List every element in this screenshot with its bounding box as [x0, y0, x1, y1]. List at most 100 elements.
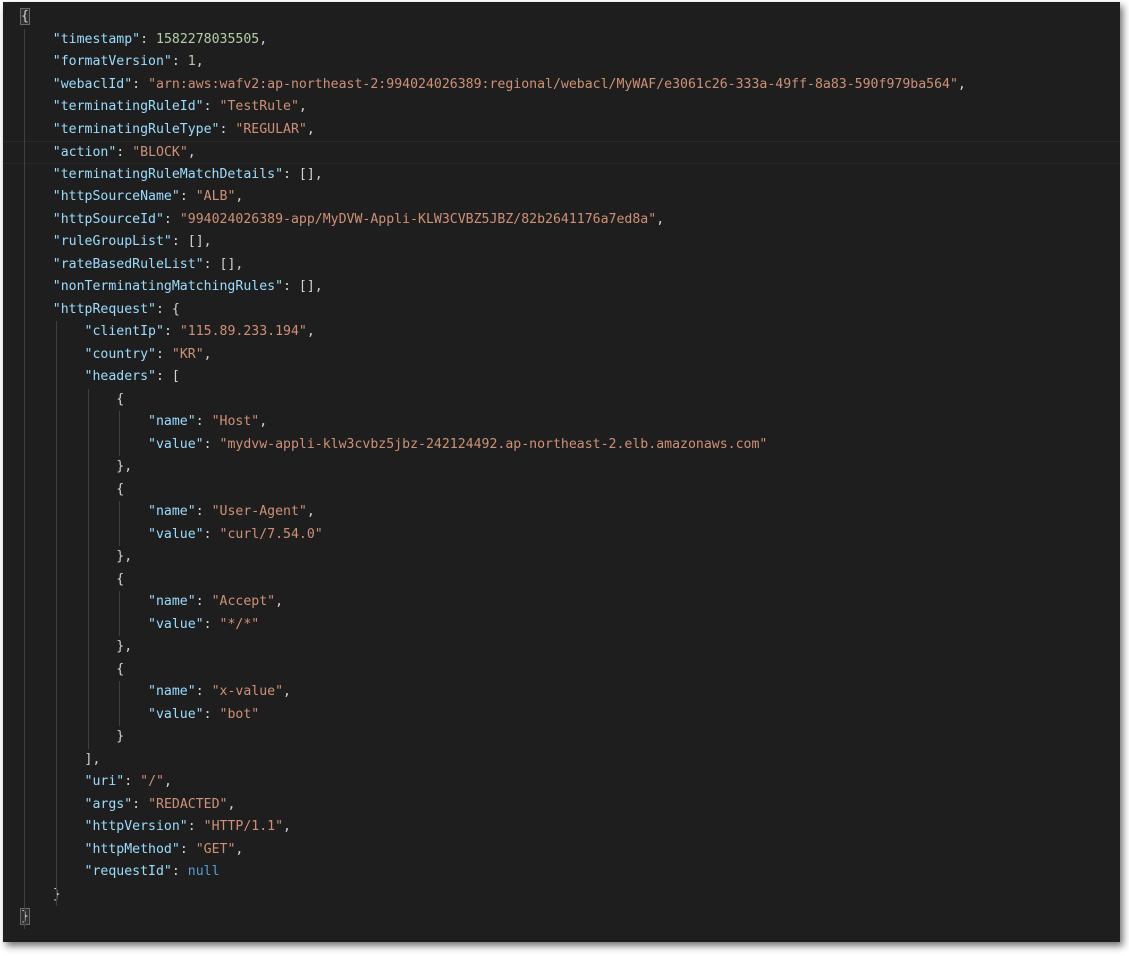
- json-value: "115.89.233.194": [179, 324, 307, 339]
- colon-token: :: [171, 864, 188, 879]
- code-line[interactable]: "value": "curl/7.54.0": [3, 524, 1120, 547]
- code-line[interactable]: "name": "Host",: [3, 411, 1120, 434]
- json-value: "arn:aws:wafv2:ap-northeast-2:9940240263…: [148, 76, 958, 92]
- json-key: "headers": [84, 369, 156, 384]
- code-line[interactable]: "name": "x-value",: [3, 681, 1120, 704]
- code-line[interactable]: "httpRequest": {: [3, 299, 1120, 322]
- code-line[interactable]: "ruleGroupList": [],: [3, 231, 1120, 254]
- code-line[interactable]: {: [3, 389, 1120, 412]
- colon-token: :: [283, 166, 299, 182]
- comma-token: ,: [235, 189, 244, 204]
- code-line[interactable]: "terminatingRuleMatchDetails": [],: [3, 164, 1120, 187]
- json-value: []: [298, 279, 315, 294]
- colon-token: :: [203, 616, 220, 632]
- code-line[interactable]: }: [3, 906, 1120, 929]
- code-line[interactable]: "country": "KR",: [3, 344, 1120, 367]
- code-line[interactable]: "nonTerminatingMatchingRules": [],: [3, 276, 1120, 299]
- comma-token: ,: [187, 145, 196, 160]
- code-line[interactable]: "terminatingRuleId": "TestRule",: [3, 96, 1120, 119]
- json-value: "mydvw-appli-klw3cvbz5jbz-242124492.ap-n…: [219, 436, 768, 452]
- comma-token: ,: [283, 684, 291, 699]
- code-line[interactable]: },: [3, 636, 1120, 659]
- colon-token: :: [163, 211, 180, 227]
- json-value: "REDACTED": [148, 796, 228, 812]
- code-line[interactable]: {: [3, 659, 1120, 682]
- json-key: "nonTerminatingMatchingRules": [52, 279, 284, 294]
- colon-token: :: [203, 436, 220, 452]
- json-key: "httpVersion": [84, 819, 188, 834]
- code-line[interactable]: "value": "bot": [3, 704, 1120, 727]
- code-line[interactable]: "requestId": null: [3, 861, 1120, 884]
- colon-token: :: [179, 189, 196, 204]
- code-line[interactable]: "headers": [: [3, 366, 1120, 389]
- code-line[interactable]: "timestamp": 1582278035505,: [3, 29, 1120, 52]
- json-key: "formatVersion": [52, 54, 172, 69]
- code-line[interactable]: "name": "Accept",: [3, 591, 1120, 614]
- colon-token: :: [124, 774, 141, 789]
- colon-token: :: [195, 684, 212, 699]
- indent-guide: [119, 501, 121, 546]
- colon-token: :: [171, 234, 188, 249]
- json-value: "ALB": [195, 189, 236, 204]
- json-key: "name": [148, 594, 196, 609]
- indent-guide: [87, 388, 89, 749]
- code-line[interactable]: "name": "User-Agent",: [3, 501, 1120, 524]
- comma-token: ,: [306, 324, 315, 339]
- json-value: "/": [140, 774, 164, 789]
- json-key: "value": [148, 616, 204, 632]
- code-line[interactable]: "uri": "/",: [3, 771, 1120, 794]
- json-key: "name": [148, 504, 196, 519]
- code-line[interactable]: }: [3, 726, 1120, 749]
- colon-token: :: [203, 99, 220, 114]
- code-line[interactable]: "httpVersion": "HTTP/1.1",: [3, 816, 1120, 839]
- code-line[interactable]: },: [3, 456, 1120, 479]
- code-line[interactable]: "terminatingRuleType": "REGULAR",: [3, 119, 1120, 142]
- code-line[interactable]: ],: [3, 749, 1120, 772]
- code-editor[interactable]: { "timestamp": 1582278035505, "formatVer…: [3, 2, 1120, 942]
- code-line[interactable]: "rateBasedRuleList": [],: [3, 254, 1120, 277]
- json-key: "country": [84, 346, 156, 362]
- indent-guide: [55, 321, 57, 906]
- comma-token: ,: [306, 504, 315, 519]
- code-line[interactable]: }: [3, 884, 1120, 907]
- code-line[interactable]: "httpSourceId": "994024026389-app/MyDVW-…: [3, 209, 1120, 232]
- json-value: "x-value": [211, 684, 284, 699]
- colon-token: :: [203, 706, 220, 722]
- comma-token: ,: [656, 211, 665, 227]
- code-line[interactable]: "httpSourceName": "ALB",: [3, 186, 1120, 209]
- colon-token: :: [140, 31, 156, 47]
- json-key: "value": [148, 436, 204, 452]
- json-value: 1: [187, 54, 196, 69]
- code-line[interactable]: {: [3, 569, 1120, 592]
- json-key: "httpMethod": [84, 841, 180, 857]
- colon-token: :: [179, 841, 196, 857]
- code-line[interactable]: "value": "mydvw-appli-klw3cvbz5jbz-24212…: [3, 434, 1120, 457]
- bracket-token: },: [116, 459, 133, 474]
- json-key: "name": [148, 684, 196, 699]
- json-document[interactable]: { "timestamp": 1582278035505, "formatVer…: [3, 6, 1120, 929]
- json-value: "Host": [211, 414, 260, 429]
- code-line[interactable]: "webaclId": "arn:aws:wafv2:ap-northeast-…: [3, 74, 1120, 97]
- code-line[interactable]: "httpMethod": "GET",: [3, 839, 1120, 862]
- json-key: "rateBasedRuleList": [52, 256, 204, 272]
- code-line[interactable]: "value": "*/*": [3, 614, 1120, 637]
- code-line[interactable]: "formatVersion": 1,: [3, 51, 1120, 74]
- code-line[interactable]: },: [3, 546, 1120, 569]
- json-key: "ruleGroupList": [52, 234, 172, 249]
- json-value: "GET": [195, 841, 236, 857]
- json-value: "Accept": [211, 594, 276, 609]
- json-key: "action": [52, 145, 117, 160]
- indent-guide: [119, 681, 121, 726]
- json-key: "name": [148, 414, 196, 429]
- comma-token: ,: [283, 819, 291, 834]
- code-line[interactable]: "action": "BLOCK",: [3, 141, 1120, 164]
- bracket-token: },: [116, 639, 133, 654]
- comma-token: ,: [203, 234, 212, 249]
- code-line[interactable]: "args": "REDACTED",: [3, 794, 1120, 817]
- json-value: "994024026389-app/MyDVW-Appli-KLW3CVBZ5J…: [179, 211, 657, 227]
- comma-token: ,: [227, 796, 236, 812]
- bracket-token: }: [116, 729, 125, 744]
- code-line[interactable]: "clientIp": "115.89.233.194",: [3, 321, 1120, 344]
- code-line[interactable]: {: [3, 479, 1120, 502]
- code-line[interactable]: {: [3, 6, 1120, 29]
